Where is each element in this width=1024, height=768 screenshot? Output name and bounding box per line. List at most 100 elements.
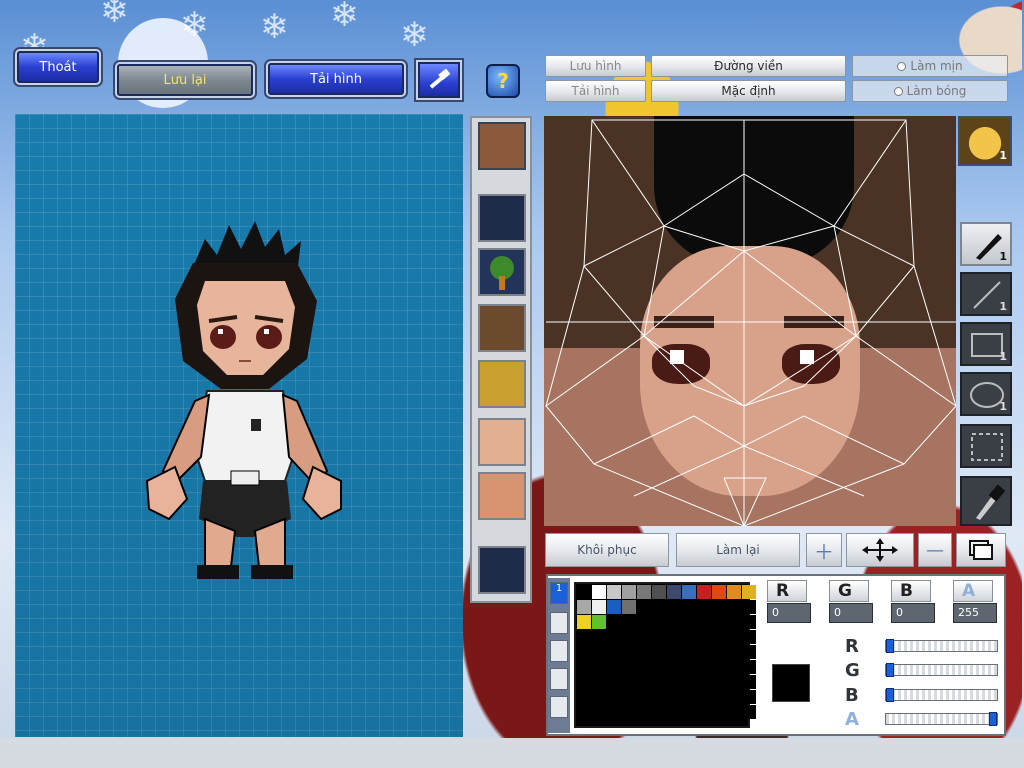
palette-swatch[interactable] xyxy=(667,630,681,644)
palette-swatch[interactable] xyxy=(592,615,606,629)
palette-swatch[interactable] xyxy=(577,690,591,704)
part-slot-head[interactable] xyxy=(478,122,526,170)
line-tool-button[interactable]: 1 xyxy=(960,272,1012,316)
b-value-field[interactable]: 0 xyxy=(891,603,935,623)
palette-swatch[interactable] xyxy=(607,600,621,614)
palette-swatch[interactable] xyxy=(577,630,591,644)
palette-swatch[interactable] xyxy=(667,615,681,629)
palette-swatch[interactable] xyxy=(727,690,741,704)
palette-swatch[interactable] xyxy=(742,615,756,629)
palette-swatch[interactable] xyxy=(652,705,666,719)
palette-swatch[interactable] xyxy=(712,630,726,644)
reload-image-button[interactable]: Tải hình xyxy=(268,63,404,95)
tab-load-image[interactable]: Tải hình xyxy=(545,80,646,102)
part-slot-tree[interactable] xyxy=(478,248,526,296)
palette-swatch[interactable] xyxy=(697,585,711,599)
palette-swatch[interactable] xyxy=(652,600,666,614)
hammer-icon[interactable] xyxy=(418,62,460,98)
palette-swatch[interactable] xyxy=(742,660,756,674)
palette-swatch[interactable] xyxy=(727,645,741,659)
palette-swatch[interactable] xyxy=(592,660,606,674)
palette-swatch[interactable] xyxy=(577,615,591,629)
palette-swatch[interactable] xyxy=(682,690,696,704)
restore-button[interactable]: Khôi phục xyxy=(545,533,669,567)
palette-swatch[interactable] xyxy=(727,600,741,614)
rect-tool-button[interactable]: 1 xyxy=(960,322,1012,366)
r-slider[interactable] xyxy=(885,639,998,653)
palette-swatch[interactable] xyxy=(652,615,666,629)
palette-swatch[interactable] xyxy=(712,705,726,719)
palette-tab-1[interactable]: 1 xyxy=(550,582,568,604)
part-slot-body[interactable] xyxy=(478,304,526,352)
palette-swatch[interactable] xyxy=(592,600,606,614)
palette-swatch[interactable] xyxy=(697,705,711,719)
palette-swatch[interactable] xyxy=(682,675,696,689)
palette-swatch[interactable] xyxy=(622,705,636,719)
palette-swatch[interactable] xyxy=(742,630,756,644)
palette-swatch[interactable] xyxy=(727,675,741,689)
move-button[interactable] xyxy=(846,533,914,567)
palette-swatch[interactable] xyxy=(667,645,681,659)
palette-swatch[interactable] xyxy=(742,690,756,704)
g-slider[interactable] xyxy=(885,663,998,677)
tab-default[interactable]: Mặc định xyxy=(651,80,846,102)
exit-button[interactable]: Thoát xyxy=(17,51,99,83)
palette-swatch[interactable] xyxy=(592,675,606,689)
avatar-preview-canvas[interactable] xyxy=(15,114,463,737)
palette-swatch[interactable] xyxy=(652,690,666,704)
palette-swatch[interactable] xyxy=(577,585,591,599)
a-value-field[interactable]: 255 xyxy=(953,603,997,623)
b-slider-thumb[interactable] xyxy=(886,688,894,702)
palette-swatch[interactable] xyxy=(622,585,636,599)
select-tool-button[interactable] xyxy=(960,424,1012,468)
tab-outline[interactable]: Đường viền xyxy=(651,55,846,77)
palette-swatch[interactable] xyxy=(652,630,666,644)
palette-swatch[interactable] xyxy=(577,660,591,674)
smooth-option[interactable]: Làm mịn xyxy=(852,55,1008,77)
palette-swatch[interactable] xyxy=(637,690,651,704)
palette-swatch[interactable] xyxy=(667,585,681,599)
palette-swatch[interactable] xyxy=(667,660,681,674)
palette-swatch[interactable] xyxy=(607,675,621,689)
palette-tab[interactable] xyxy=(550,668,568,690)
palette-swatch[interactable] xyxy=(577,675,591,689)
palette-swatch[interactable] xyxy=(727,615,741,629)
palette-swatch[interactable] xyxy=(637,630,651,644)
help-icon[interactable]: ? xyxy=(486,64,520,98)
palette-swatch[interactable] xyxy=(607,705,621,719)
face-preview-icon[interactable]: 1 xyxy=(958,116,1012,166)
palette-swatch[interactable] xyxy=(592,645,606,659)
palette-swatch[interactable] xyxy=(652,645,666,659)
palette-swatch[interactable] xyxy=(742,600,756,614)
palette-swatch[interactable] xyxy=(742,645,756,659)
palette-swatch[interactable] xyxy=(622,630,636,644)
palette-swatch[interactable] xyxy=(667,705,681,719)
palette-swatch[interactable] xyxy=(637,645,651,659)
palette-swatch[interactable] xyxy=(622,690,636,704)
palette-swatch[interactable] xyxy=(667,600,681,614)
part-slot-empty[interactable] xyxy=(478,194,526,242)
palette-swatch[interactable] xyxy=(577,645,591,659)
eyedropper-tool-button[interactable] xyxy=(960,476,1012,526)
palette-swatch[interactable] xyxy=(712,585,726,599)
palette-swatch[interactable] xyxy=(577,705,591,719)
palette-swatch[interactable] xyxy=(712,690,726,704)
palette-swatch[interactable] xyxy=(712,645,726,659)
palette-swatch[interactable] xyxy=(622,600,636,614)
palette-swatch[interactable] xyxy=(727,630,741,644)
palette-swatch[interactable] xyxy=(727,660,741,674)
palette-swatch[interactable] xyxy=(697,660,711,674)
palette-swatch[interactable] xyxy=(622,660,636,674)
palette-swatch[interactable] xyxy=(607,615,621,629)
palette-swatch[interactable] xyxy=(682,600,696,614)
palette-swatch[interactable] xyxy=(607,645,621,659)
palette-swatch[interactable] xyxy=(607,585,621,599)
b-slider[interactable] xyxy=(885,688,998,702)
palette-swatch[interactable] xyxy=(697,690,711,704)
palette-swatch[interactable] xyxy=(697,675,711,689)
palette-tab[interactable] xyxy=(550,640,568,662)
palette-swatch[interactable] xyxy=(637,585,651,599)
zoom-out-button[interactable]: — xyxy=(918,533,952,567)
palette-swatch[interactable] xyxy=(697,615,711,629)
palette-swatch[interactable] xyxy=(697,645,711,659)
